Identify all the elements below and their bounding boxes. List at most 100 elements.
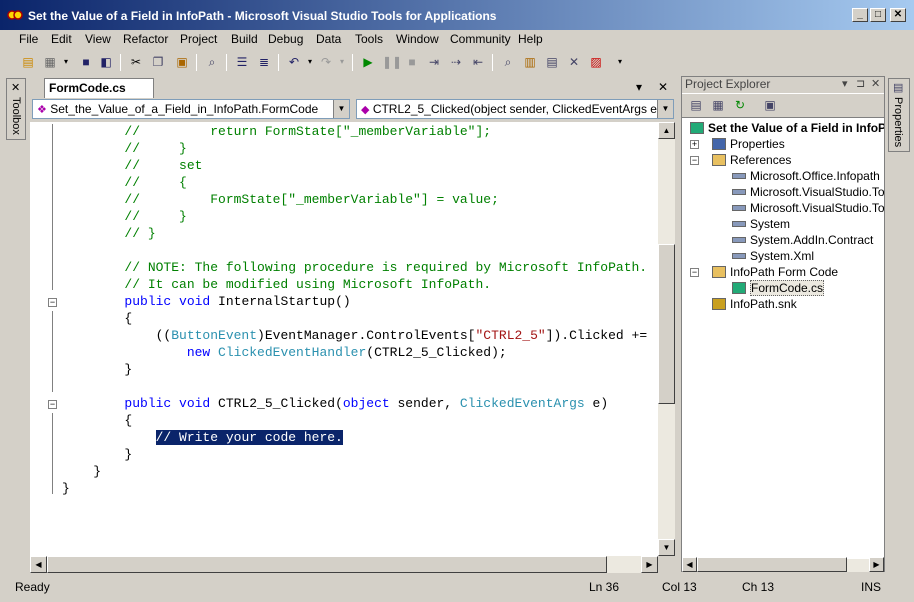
save-icon[interactable]: ■ bbox=[78, 54, 94, 70]
tree-node-label: Properties bbox=[730, 137, 785, 151]
tree-node[interactable]: Properties bbox=[712, 137, 785, 153]
scroll-up-icon[interactable]: ▲ bbox=[658, 122, 675, 139]
undo-dropdown-icon[interactable]: ▾ bbox=[302, 54, 318, 70]
toolbar-options-icon[interactable]: ▾ bbox=[612, 54, 628, 70]
standard-toolbar: ▤ ▦ ▾ ■ ◧ ✂ ❐ ▣ ⌕ ☰ ≣ ↶ ▾ ↷ ▾ ▶ ❚❚ ■ ⇥ ⇢… bbox=[8, 51, 628, 75]
close-window-button[interactable]: ✕ bbox=[890, 8, 906, 22]
status-ready: Ready bbox=[15, 580, 50, 594]
pe-scroll-thumb[interactable] bbox=[697, 557, 847, 572]
vertical-scroll-thumb[interactable] bbox=[658, 244, 675, 404]
class-dropdown-arrow-icon[interactable]: ▼ bbox=[333, 100, 349, 118]
break-all-icon[interactable]: ❚❚ bbox=[382, 54, 402, 70]
close-document-icon[interactable]: ✕ bbox=[658, 80, 668, 94]
menu-debug[interactable]: Debug bbox=[268, 32, 303, 46]
pin-icon[interactable]: ⊐ bbox=[856, 77, 865, 90]
comment-lines-icon[interactable]: ☰ bbox=[234, 54, 250, 70]
pe-scroll-left-icon[interactable]: ◀ bbox=[682, 557, 697, 572]
tree-node[interactable]: Microsoft.VisualStudio.Tools.Application… bbox=[732, 185, 884, 201]
menu-file[interactable]: File bbox=[19, 32, 38, 46]
tree-node[interactable]: InfoPath Form Code bbox=[712, 265, 838, 281]
project-explorer-horizontal-scrollbar[interactable]: ◀ ▶ bbox=[682, 557, 884, 572]
folder-icon bbox=[712, 266, 726, 278]
code-token: ButtonEvent bbox=[171, 328, 258, 343]
toolbox-icon[interactable]: ✕ bbox=[566, 54, 582, 70]
project-explorer-icon[interactable]: ▥ bbox=[522, 54, 538, 70]
redo-icon[interactable]: ↷ bbox=[318, 54, 334, 70]
properties-window-icon[interactable]: ▤ bbox=[544, 54, 560, 70]
code-area[interactable]: // return FormState["_memberVariable"]; … bbox=[30, 122, 658, 556]
code-line: // set bbox=[62, 158, 202, 175]
step-out-icon[interactable]: ⇤ bbox=[470, 54, 486, 70]
scroll-right-icon[interactable]: ▶ bbox=[641, 556, 658, 573]
tree-node[interactable]: Set the Value of a Field in InfoPath bbox=[690, 121, 884, 137]
menu-view[interactable]: View bbox=[85, 32, 111, 46]
view-code-icon[interactable]: ▣ bbox=[762, 97, 778, 113]
close-panel-icon[interactable]: ✕ bbox=[871, 77, 880, 90]
outline-gutter bbox=[30, 122, 60, 556]
collapse-icon[interactable]: − bbox=[690, 156, 699, 165]
solution-tree[interactable]: Set the Value of a Field in InfoPath + Pro… bbox=[682, 119, 884, 559]
maximize-button[interactable]: □ bbox=[870, 8, 886, 22]
expand-icon[interactable]: + bbox=[690, 140, 699, 149]
scroll-left-icon[interactable]: ◀ bbox=[30, 556, 47, 573]
menu-community[interactable]: Community bbox=[450, 32, 511, 46]
uncomment-lines-icon[interactable]: ≣ bbox=[256, 54, 272, 70]
tree-node[interactable]: FormCode.cs bbox=[732, 280, 825, 297]
collapse-region-icon[interactable]: − bbox=[48, 298, 57, 307]
tree-node[interactable]: System.AddIn.Contract bbox=[732, 233, 873, 249]
open-project-icon[interactable]: ▤ bbox=[20, 54, 36, 70]
tree-node[interactable]: Microsoft.Office.Infopath bbox=[732, 169, 880, 185]
horizontal-scrollbar[interactable]: ◀ ▶ bbox=[30, 556, 658, 573]
step-over-icon[interactable]: ⇢ bbox=[448, 54, 464, 70]
paste-icon[interactable]: ▣ bbox=[174, 54, 190, 70]
copy-icon[interactable]: ❐ bbox=[150, 54, 166, 70]
collapse-icon[interactable]: − bbox=[690, 268, 699, 277]
minimize-button[interactable]: _ bbox=[852, 8, 868, 22]
tree-node[interactable]: System.Xml bbox=[732, 249, 814, 265]
class-dropdown[interactable]: ❖ Set_the_Value_of_a_Field_in_InfoPath.F… bbox=[32, 99, 350, 119]
cut-icon[interactable]: ✂ bbox=[128, 54, 144, 70]
menu-window[interactable]: Window bbox=[396, 32, 439, 46]
toolbox-tab[interactable]: ✕ Toolbox bbox=[6, 78, 26, 140]
tree-node[interactable]: Microsoft.VisualStudio.Tools.Application… bbox=[732, 201, 884, 217]
menu-edit[interactable]: Edit bbox=[51, 32, 72, 46]
menu-refactor[interactable]: Refactor bbox=[123, 32, 168, 46]
menu-help[interactable]: Help bbox=[518, 32, 543, 46]
add-item-dropdown-icon[interactable]: ▾ bbox=[58, 54, 74, 70]
step-into-icon[interactable]: ⇥ bbox=[426, 54, 442, 70]
save-all-icon[interactable]: ◧ bbox=[98, 54, 114, 70]
find-in-files-icon[interactable]: ⌕ bbox=[500, 54, 516, 70]
tree-node[interactable]: References bbox=[712, 153, 791, 169]
show-all-files-icon[interactable]: ▤ bbox=[688, 97, 704, 113]
start-debugging-icon[interactable]: ▶ bbox=[360, 54, 376, 70]
redo-dropdown-icon[interactable]: ▾ bbox=[334, 54, 350, 70]
error-list-icon[interactable]: ▨ bbox=[588, 54, 604, 70]
reference-icon bbox=[732, 237, 746, 243]
code-token: new bbox=[186, 345, 211, 360]
reference-icon bbox=[732, 221, 746, 227]
menu-data[interactable]: Data bbox=[316, 32, 341, 46]
vertical-scrollbar[interactable]: ▲ ▼ bbox=[658, 122, 675, 556]
find-icon[interactable]: ⌕ bbox=[204, 54, 220, 70]
tree-node[interactable]: System bbox=[732, 217, 790, 233]
properties-tab[interactable]: ▤ Properties bbox=[888, 78, 910, 152]
horizontal-scroll-thumb[interactable] bbox=[47, 556, 607, 573]
menu-tools[interactable]: Tools bbox=[355, 32, 383, 46]
refresh-icon[interactable]: ↻ bbox=[732, 97, 748, 113]
properties-icon[interactable]: ▦ bbox=[710, 97, 726, 113]
add-item-icon[interactable]: ▦ bbox=[42, 54, 58, 70]
collapse-region-icon[interactable]: − bbox=[48, 400, 57, 409]
scroll-down-icon[interactable]: ▼ bbox=[658, 539, 675, 556]
member-dropdown-arrow-icon[interactable]: ▼ bbox=[657, 100, 673, 118]
menu-build[interactable]: Build bbox=[231, 32, 258, 46]
menu-project[interactable]: Project bbox=[180, 32, 217, 46]
undo-icon[interactable]: ↶ bbox=[286, 54, 302, 70]
stop-debugging-icon[interactable]: ■ bbox=[404, 54, 420, 70]
active-files-dropdown-icon[interactable]: ▾ bbox=[636, 80, 642, 94]
tree-node[interactable]: InfoPath.snk bbox=[712, 297, 797, 313]
member-dropdown[interactable]: ◆ CTRL2_5_Clicked(object sender, Clicked… bbox=[356, 99, 674, 119]
tab-formcode-cs[interactable]: FormCode.cs bbox=[44, 78, 154, 98]
pe-scroll-right-icon[interactable]: ▶ bbox=[869, 557, 884, 572]
code-line: // It can be modified using Microsoft In… bbox=[62, 277, 491, 294]
window-position-icon[interactable]: ▾ bbox=[842, 77, 848, 90]
